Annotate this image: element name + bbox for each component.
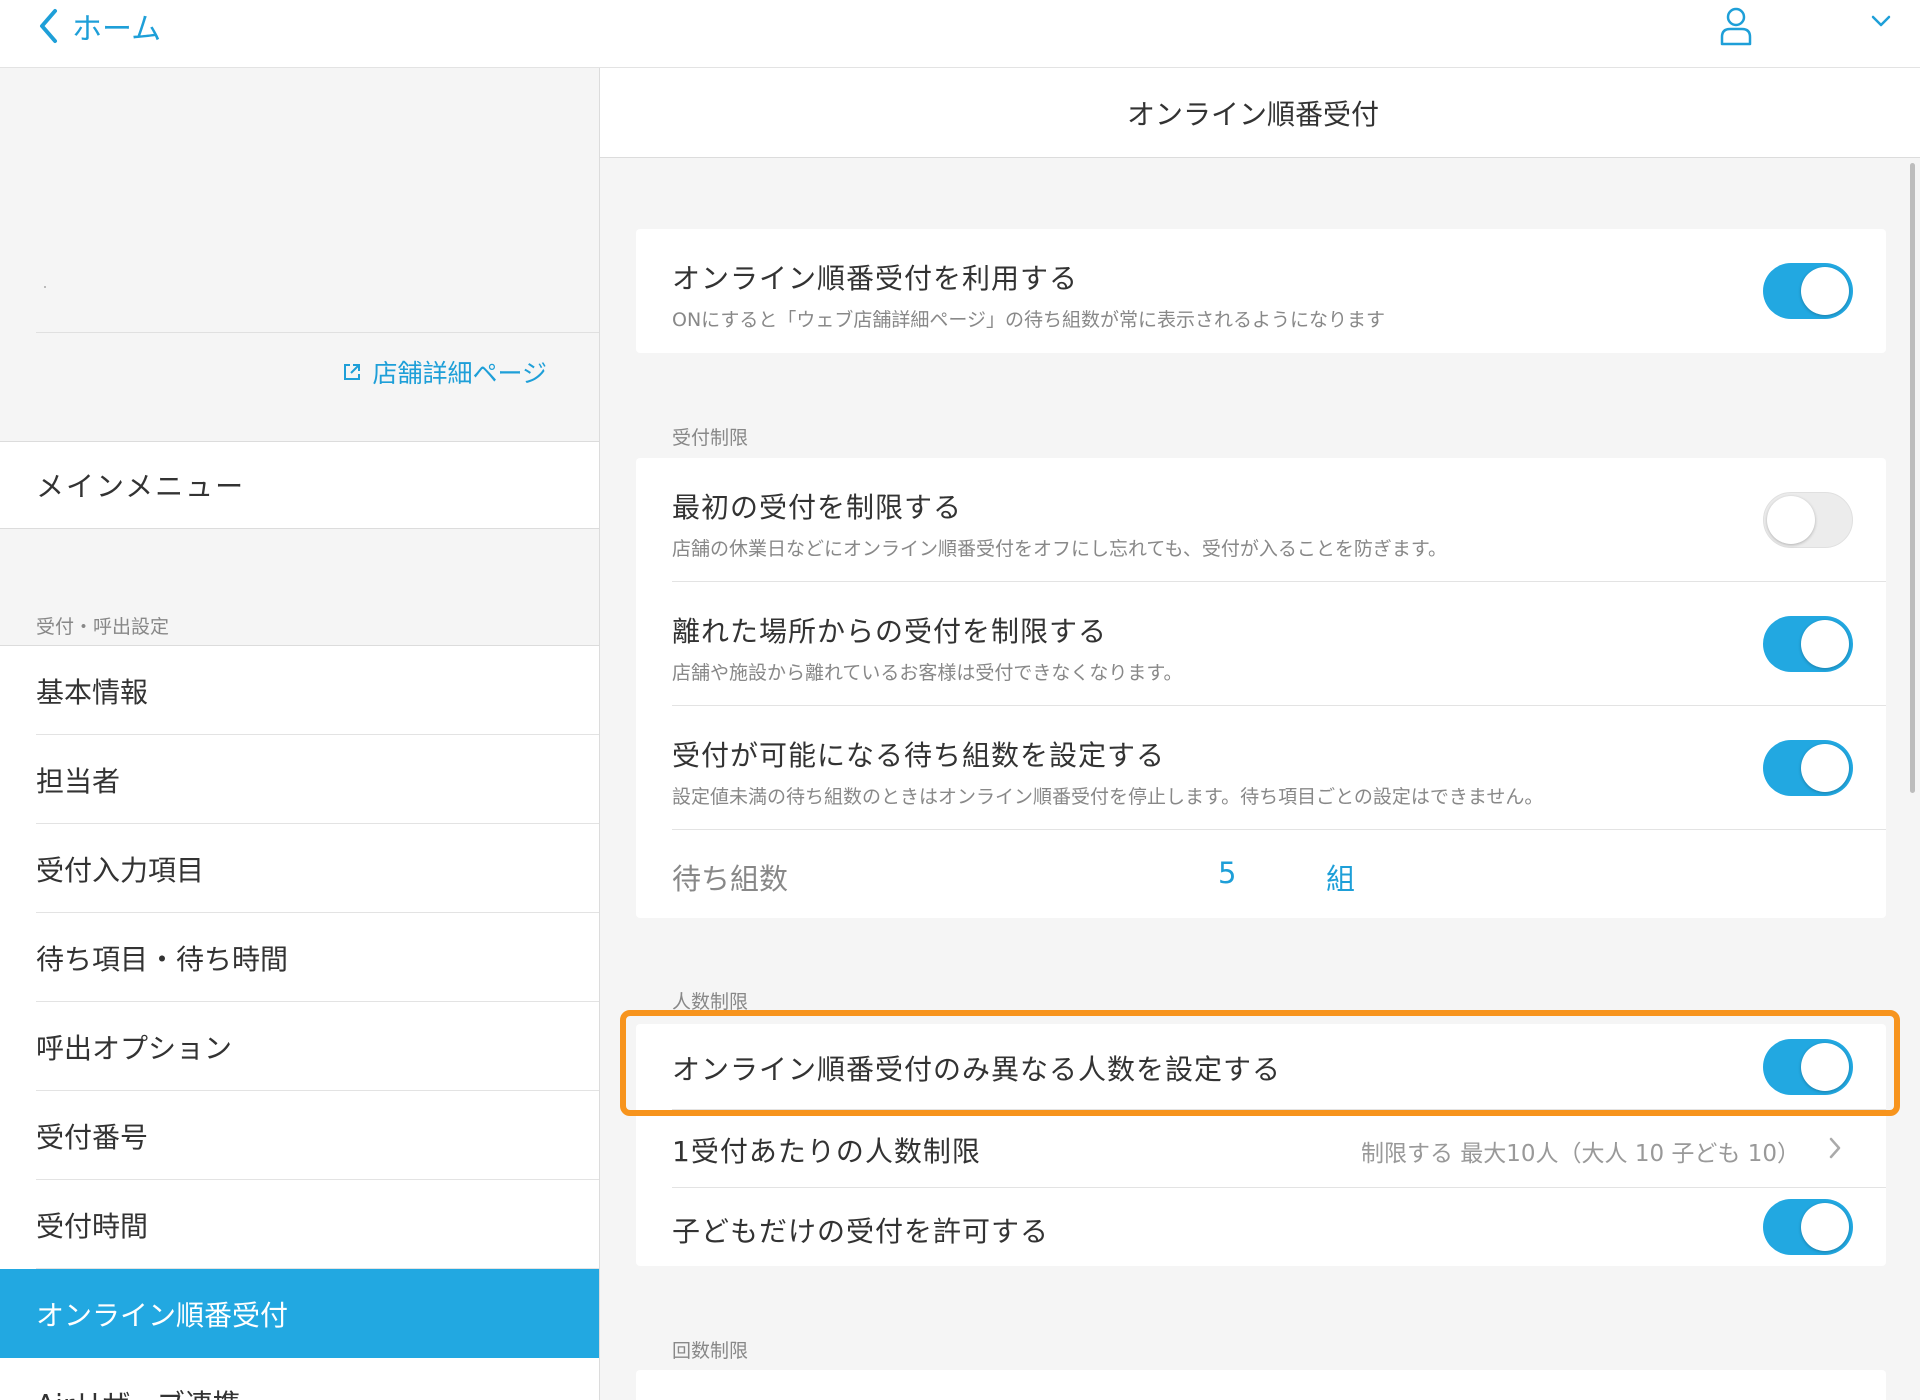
divider	[36, 332, 599, 333]
sidebar-item-input-fields[interactable]: 受付入力項目	[0, 824, 599, 913]
main-menu-item[interactable]: メインメニュー	[0, 441, 599, 529]
remote-limit-title: 離れた場所からの受付を制限する	[672, 615, 1108, 648]
toggle-knob	[1801, 744, 1849, 792]
page-title: オンライン順番受付	[600, 68, 1920, 158]
back-label: ホーム	[72, 12, 162, 47]
first-limit-title: 最初の受付を制限する	[672, 491, 963, 524]
sidebar-item-basic-info[interactable]: 基本情報	[0, 646, 599, 735]
children-only-toggle[interactable]	[1763, 1199, 1853, 1255]
sidebar-item-airreserve[interactable]: Airリザーブ連携	[0, 1358, 599, 1400]
use-online-toggle[interactable]	[1763, 263, 1853, 319]
section-reception-limit: 受付制限	[672, 427, 749, 449]
wait-groups-row: 待ち組数 5 組	[636, 830, 1886, 918]
remote-limit-desc: 店舗や施設から離れているお客様は受付できなくなります。	[672, 662, 1183, 684]
use-online-title: オンライン順番受付を利用する	[672, 262, 1079, 295]
groups-limit-toggle[interactable]	[1763, 740, 1853, 796]
toggle-knob	[1801, 267, 1849, 315]
remote-limit-row: 離れた場所からの受付を制限する 店舗や施設から離れているお客様は受付できなくなり…	[636, 582, 1886, 706]
chevron-right-icon	[1829, 1137, 1841, 1159]
children-only-row: 子どもだけの受付を許可する	[636, 1188, 1886, 1266]
toggle-knob	[1801, 1203, 1849, 1251]
sidebar-item-staff[interactable]: 担当者	[0, 735, 599, 824]
sidebar-item-call-options[interactable]: 呼出オプション	[0, 1002, 599, 1091]
first-limit-desc: 店舗の休業日などにオンライン順番受付をオフにし忘れても、受付が入ることを防ぎます…	[672, 538, 1448, 560]
per-reception-limit-row[interactable]: 1受付あたりの人数制限 制限する 最大10人（大人 10 子ども 10）	[636, 1110, 1886, 1188]
reception-limit-card: 最初の受付を制限する 店舗の休業日などにオンライン順番受付をオフにし忘れても、受…	[636, 458, 1886, 918]
count-limit-card	[636, 1370, 1886, 1400]
external-link-icon	[344, 364, 361, 380]
sidebar-item-reception-number[interactable]: 受付番号	[0, 1091, 599, 1180]
shop-detail-link-label: 店舗詳細ページ	[372, 359, 547, 388]
wait-groups-value[interactable]: 5	[1218, 856, 1236, 890]
sidebar-item-wait-items[interactable]: 待ち項目・待ち時間	[0, 913, 599, 1002]
per-reception-limit-value: 制限する 最大10人（大人 10 子ども 10）	[1360, 1141, 1800, 1167]
top-bar: ホーム	[0, 0, 1920, 68]
wait-groups-label: 待ち組数	[672, 862, 789, 896]
scrollbar[interactable]	[1910, 163, 1915, 793]
shop-name-placeholder	[44, 286, 46, 288]
shop-detail-link[interactable]: 店舗詳細ページ	[342, 354, 547, 390]
wait-groups-unit: 組	[1326, 862, 1356, 896]
groups-limit-desc: 設定値未満の待ち組数のときはオンライン順番受付を停止します。待ち項目ごとの設定は…	[672, 786, 1544, 808]
toggle-knob	[1767, 496, 1815, 544]
sidebar-item-reception-hours[interactable]: 受付時間	[0, 1180, 599, 1269]
main-content: オンライン順番受付 オンライン順番受付を利用する ONにすると「ウェブ店舗詳細ペ…	[600, 68, 1920, 1400]
use-online-card: オンライン順番受付を利用する ONにすると「ウェブ店舗詳細ページ」の待ち組数が常…	[636, 229, 1886, 353]
groups-limit-title: 受付が可能になる待ち組数を設定する	[672, 739, 1166, 772]
section-count-limit: 回数制限	[672, 1340, 749, 1362]
sidebar: 店舗詳細ページ メインメニュー 受付・呼出設定 基本情報 担当者 受付入力項目 …	[0, 68, 600, 1400]
user-icon[interactable]	[1718, 6, 1754, 46]
per-reception-limit-title: 1受付あたりの人数制限	[672, 1135, 981, 1168]
chevron-down-icon[interactable]	[1870, 14, 1892, 28]
sidebar-section-title: 受付・呼出設定	[36, 616, 170, 638]
highlight-box	[620, 1010, 1900, 1116]
first-limit-row: 最初の受付を制限する 店舗の休業日などにオンライン順番受付をオフにし忘れても、受…	[636, 458, 1886, 582]
remote-limit-toggle[interactable]	[1763, 616, 1853, 672]
toggle-knob	[1801, 620, 1849, 668]
first-limit-toggle[interactable]	[1763, 492, 1853, 548]
chevron-left-icon	[40, 9, 57, 43]
groups-limit-row: 受付が可能になる待ち組数を設定する 設定値未満の待ち組数のときはオンライン順番受…	[636, 706, 1886, 830]
use-online-desc: ONにすると「ウェブ店舗詳細ページ」の待ち組数が常に表示されるようになります	[672, 309, 1385, 331]
children-only-title: 子どもだけの受付を許可する	[672, 1215, 1050, 1248]
back-button[interactable]: ホーム	[38, 6, 162, 47]
sidebar-list: 基本情報 担当者 受付入力項目 待ち項目・待ち時間 呼出オプション 受付番号 受…	[0, 645, 599, 1400]
sidebar-item-online-queue[interactable]: オンライン順番受付	[0, 1269, 599, 1358]
